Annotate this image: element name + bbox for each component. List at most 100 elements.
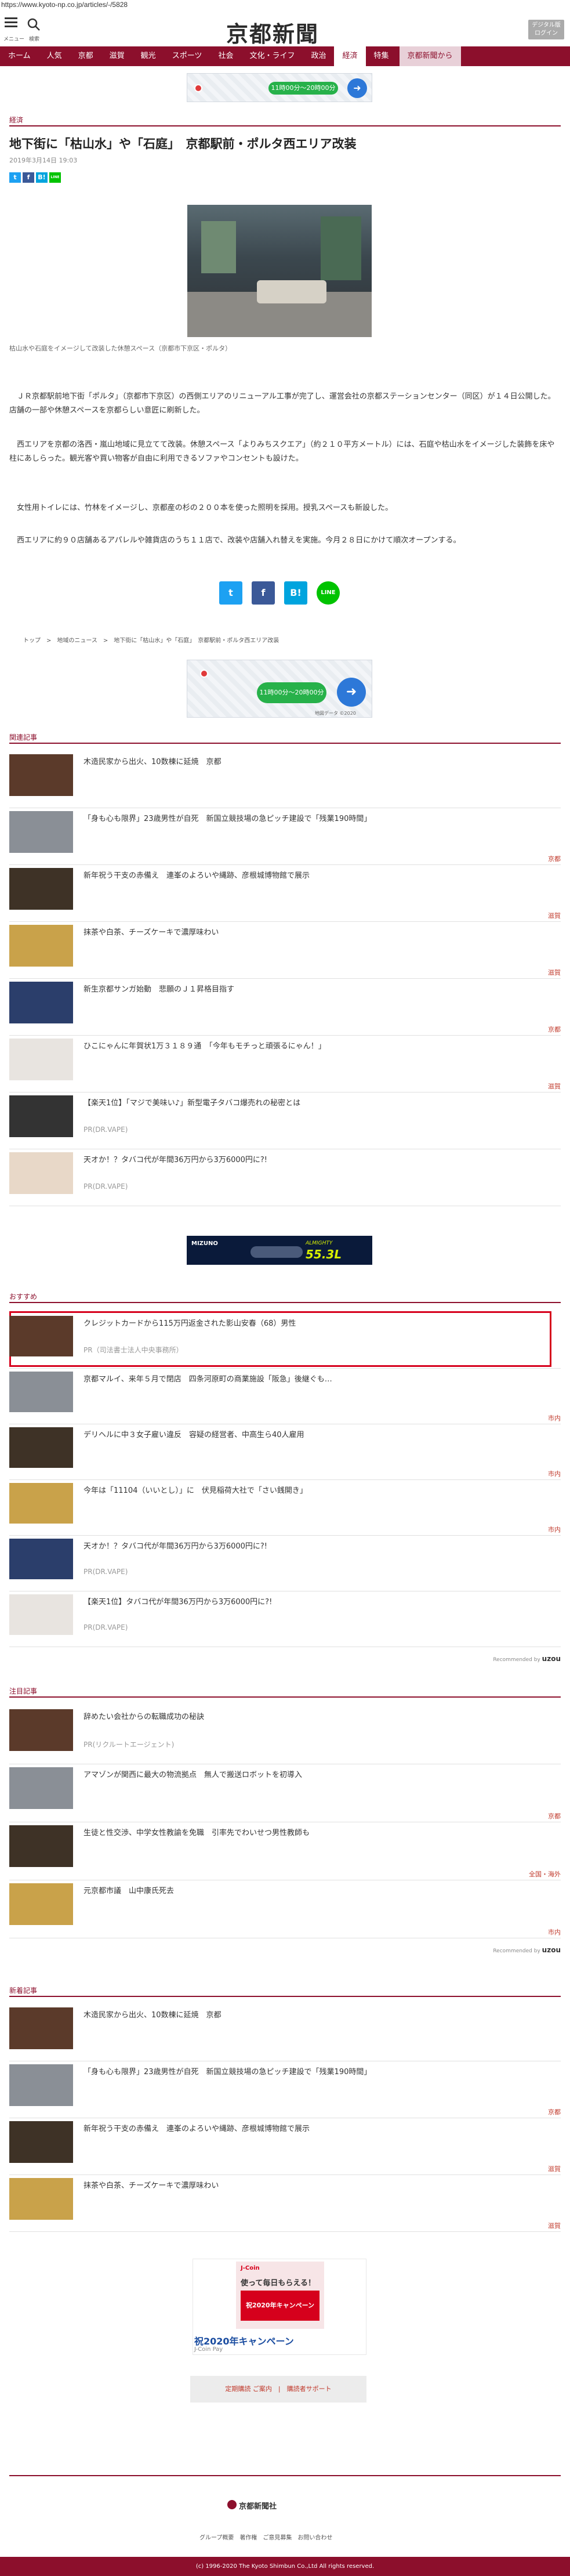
list-item-title[interactable]: 木造民家から出火、10数棟に延焼 京都 xyxy=(83,755,547,766)
list-item[interactable]: 抹茶や白茶、チーズケーキで濃厚味わい滋賀 xyxy=(9,925,561,979)
list-item[interactable]: ひこにゃんに年賀状1万３１８９通 「今年もモチっと頑張るにゃん！」滋賀 xyxy=(9,1039,561,1093)
list-thumbnail[interactable] xyxy=(9,1825,73,1867)
list-item-title[interactable]: 京都マルイ、来年５月で閉店 四条河原町の商業施設「阪急」後継ぐも… xyxy=(83,1373,547,1384)
recommended-by[interactable]: Recommended by uzou xyxy=(493,1946,561,1954)
ad-headline[interactable]: 祝2020年キャンペーン xyxy=(194,2333,294,2347)
list-item-title[interactable]: クレジットカードから115万円返金された影山安春（68）男性 xyxy=(83,1317,547,1328)
list-thumbnail[interactable] xyxy=(9,868,73,910)
list-item[interactable]: 「身も心も限界」23歳男性が自死 新国立競技場の急ピッチ建設で「残業190時間」… xyxy=(9,811,561,866)
list-item-tag[interactable]: 京都 xyxy=(548,2107,561,2116)
list-item-title[interactable]: 新年祝う干支の赤備え 連峯のよろいや縄跡、彦根城博物館で展示 xyxy=(83,2122,547,2133)
ad-banner-mizuno[interactable]: MIZUNO ALMIGHTY 55.3L xyxy=(187,1236,372,1265)
twitter-share-icon[interactable]: t xyxy=(9,172,21,183)
list-thumbnail[interactable] xyxy=(9,1483,73,1524)
list-item-title[interactable]: 木造民家から出火、10数棟に延焼 京都 xyxy=(83,2009,547,2020)
nav-item-tourism[interactable]: 観光 xyxy=(133,46,164,66)
list-item-tag[interactable]: 市内 xyxy=(548,1525,561,1534)
list-item-title[interactable]: 天オか！？タバコ代が年間36万円から3万6000円に?! xyxy=(83,1153,547,1164)
list-item-tag[interactable]: 京都 xyxy=(548,1025,561,1034)
ad-jcoin[interactable]: J-Coin 使って毎日もらえる！ 祝2020年キャンペーン 祝2020年キャン… xyxy=(193,2259,366,2355)
list-item-title[interactable]: 生徒と性交渉、中学女性教諭を免職 引率先でわいせつ男性教師も xyxy=(83,1826,547,1837)
list-item-tag[interactable]: 市内 xyxy=(548,1413,561,1423)
line-share-button[interactable]: LINE xyxy=(317,581,340,605)
list-thumbnail[interactable] xyxy=(9,2178,73,2220)
footer-logo[interactable]: 京都新聞社 xyxy=(239,2500,277,2511)
list-thumbnail[interactable] xyxy=(9,1709,73,1751)
list-thumbnail[interactable] xyxy=(9,1883,73,1925)
list-item-tag[interactable]: 京都 xyxy=(548,854,561,863)
facebook-share-button[interactable]: f xyxy=(252,581,275,605)
list-item[interactable]: 「身も心も限界」23歳男性が自死 新国立競技場の急ピッチ建設で「残業190時間」… xyxy=(9,2064,561,2119)
breadcrumb[interactable]: トップ > 地域のニュース > 地下街に「枯山水」や「石庭」 京都駅前・ポルタ西… xyxy=(23,635,279,644)
list-item[interactable]: クレジットカードから115万円返金された影山安春（68）男性 PR（司法書士法人中… xyxy=(9,1316,561,1369)
list-item-title[interactable]: 【楽天1位】「マジで美味い♪」新型電子タバコ爆売れの秘密とは xyxy=(83,1097,547,1108)
nav-item-politics[interactable]: 政治 xyxy=(303,46,334,66)
nav-item-home[interactable]: ホーム xyxy=(0,46,39,66)
list-item[interactable]: 新生京都サンガ始動 悲願のＪ１昇格目指す 京都 xyxy=(9,982,561,1036)
list-thumbnail[interactable] xyxy=(9,1095,73,1137)
ad-hours-button[interactable]: 11時00分〜20時00分 xyxy=(268,82,338,95)
list-item[interactable]: デリヘルに中３女子雇い違反 容疑の経営者、中高生ら40人雇用 市内 xyxy=(9,1427,561,1481)
list-thumbnail[interactable] xyxy=(9,754,73,796)
nav-item-popular[interactable]: 人気 xyxy=(39,46,70,66)
search-button[interactable] xyxy=(27,17,43,34)
list-item-tag[interactable]: 全国・海外 xyxy=(529,1869,561,1879)
nav-item-economy[interactable]: 経済 xyxy=(334,46,366,66)
list-thumbnail[interactable] xyxy=(9,1767,73,1809)
list-thumbnail[interactable] xyxy=(9,2121,73,2163)
list-thumbnail[interactable] xyxy=(9,1372,73,1412)
list-thumbnail[interactable] xyxy=(9,1039,73,1080)
line-share-icon[interactable]: LINE xyxy=(49,172,61,183)
article-category[interactable]: 経済 xyxy=(9,115,23,125)
list-item-tag[interactable]: 滋賀 xyxy=(548,968,561,977)
twitter-share-button[interactable]: t xyxy=(219,581,242,605)
list-item-title[interactable]: 【楽天1位】タバコ代が年間36万円から3万6000円に?! xyxy=(83,1595,547,1607)
list-item-tag[interactable]: 滋賀 xyxy=(548,1081,561,1091)
list-item[interactable]: 辞めたい会社からの転職成功の秘訣 PR(リクルートエージェント) xyxy=(9,1709,561,1765)
list-item[interactable]: 今年は「11104（いいとし）」に 伏見稲荷大社で「さい銭開き」市内 xyxy=(9,1483,561,1536)
list-item-tag[interactable]: 滋賀 xyxy=(548,911,561,920)
list-item-tag[interactable]: 滋賀 xyxy=(548,2221,561,2230)
list-item[interactable]: 新年祝う干支の赤備え 連峯のよろいや縄跡、彦根城博物館で展示滋賀 xyxy=(9,868,561,922)
list-item-title[interactable]: 今年は「11104（いいとし）」に 伏見稲荷大社で「さい銭開き」 xyxy=(83,1484,547,1495)
hatena-share-button[interactable]: B! xyxy=(284,581,307,605)
list-item[interactable]: 抹茶や白茶、チーズケーキで濃厚味わい滋賀 xyxy=(9,2178,561,2233)
nav-item-shiga[interactable]: 滋賀 xyxy=(101,46,133,66)
list-item[interactable]: 木造民家から出火、10数棟に延焼 京都 xyxy=(9,754,561,809)
list-thumbnail[interactable] xyxy=(9,2007,73,2049)
list-thumbnail[interactable] xyxy=(9,1594,73,1635)
list-thumbnail[interactable] xyxy=(9,1427,73,1468)
list-item[interactable]: 新年祝う干支の赤備え 連峯のよろいや縄跡、彦根城博物館で展示滋賀 xyxy=(9,2121,561,2176)
nav-item-society[interactable]: 社会 xyxy=(210,46,241,66)
list-item-title[interactable]: 元京都市議 山中康氏死去 xyxy=(83,1884,547,1895)
directions-icon[interactable]: ➜ xyxy=(337,678,366,707)
directions-icon[interactable]: ➜ xyxy=(347,78,367,98)
list-item-title[interactable]: 辞めたい会社からの転職成功の秘訣 xyxy=(83,1710,547,1721)
nav-item-kyoto[interactable]: 京都 xyxy=(70,46,101,66)
list-item-title[interactable]: 天オか！？タバコ代が年間36万円から3万6000円に?! xyxy=(83,1540,547,1551)
list-item-tag[interactable]: 市内 xyxy=(548,1927,561,1937)
list-thumbnail[interactable] xyxy=(9,982,73,1023)
hatena-share-icon[interactable]: B! xyxy=(36,172,48,183)
list-thumbnail[interactable] xyxy=(9,1152,73,1194)
nav-item-from-kyoto-np[interactable]: 京都新聞から xyxy=(399,46,461,66)
list-item[interactable]: 天オか！？タバコ代が年間36万円から3万6000円に?! PR(DR.VAPE) xyxy=(9,1152,561,1207)
list-thumbnail[interactable] xyxy=(9,925,73,967)
list-item-title[interactable]: 抹茶や白茶、チーズケーキで濃厚味わい xyxy=(83,926,547,937)
footer-links[interactable]: グループ概要 著作権 ご意見募集 お問い合わせ xyxy=(199,2532,332,2541)
list-item-tag[interactable]: 滋賀 xyxy=(548,2164,561,2173)
list-thumbnail[interactable] xyxy=(9,2064,73,2106)
nav-item-sports[interactable]: スポーツ xyxy=(164,46,210,66)
list-item-title[interactable]: ひこにゃんに年賀状1万３１８９通 「今年もモチっと頑張るにゃん！」 xyxy=(83,1040,547,1051)
list-thumbnail[interactable] xyxy=(9,1316,73,1356)
list-item[interactable]: 天オか！？タバコ代が年間36万円から3万6000円に?! PR(DR.VAPE) xyxy=(9,1539,561,1592)
list-item[interactable]: 【楽天1位】「マジで美味い♪」新型電子タバコ爆売れの秘密とは PR(DR.VAPE… xyxy=(9,1095,561,1150)
list-thumbnail[interactable] xyxy=(9,1539,73,1579)
list-item-title[interactable]: 新年祝う干支の赤備え 連峯のよろいや縄跡、彦根城博物館で展示 xyxy=(83,869,547,880)
list-thumbnail[interactable] xyxy=(9,811,73,853)
ad-banner-map[interactable]: 11時00分〜20時00分 ➜ 地図データ ©2020 xyxy=(187,660,372,718)
list-item-title[interactable]: デリヘルに中３女子雇い違反 容疑の経営者、中高生ら40人雇用 xyxy=(83,1428,547,1439)
list-item-title[interactable]: 抹茶や白茶、チーズケーキで濃厚味わい xyxy=(83,2179,547,2190)
list-item-title[interactable]: アマゾンが関西に最大の物流拠点 無人で搬送ロボットを初導入 xyxy=(83,1768,547,1779)
site-logo[interactable]: 京都新聞 xyxy=(226,16,319,48)
